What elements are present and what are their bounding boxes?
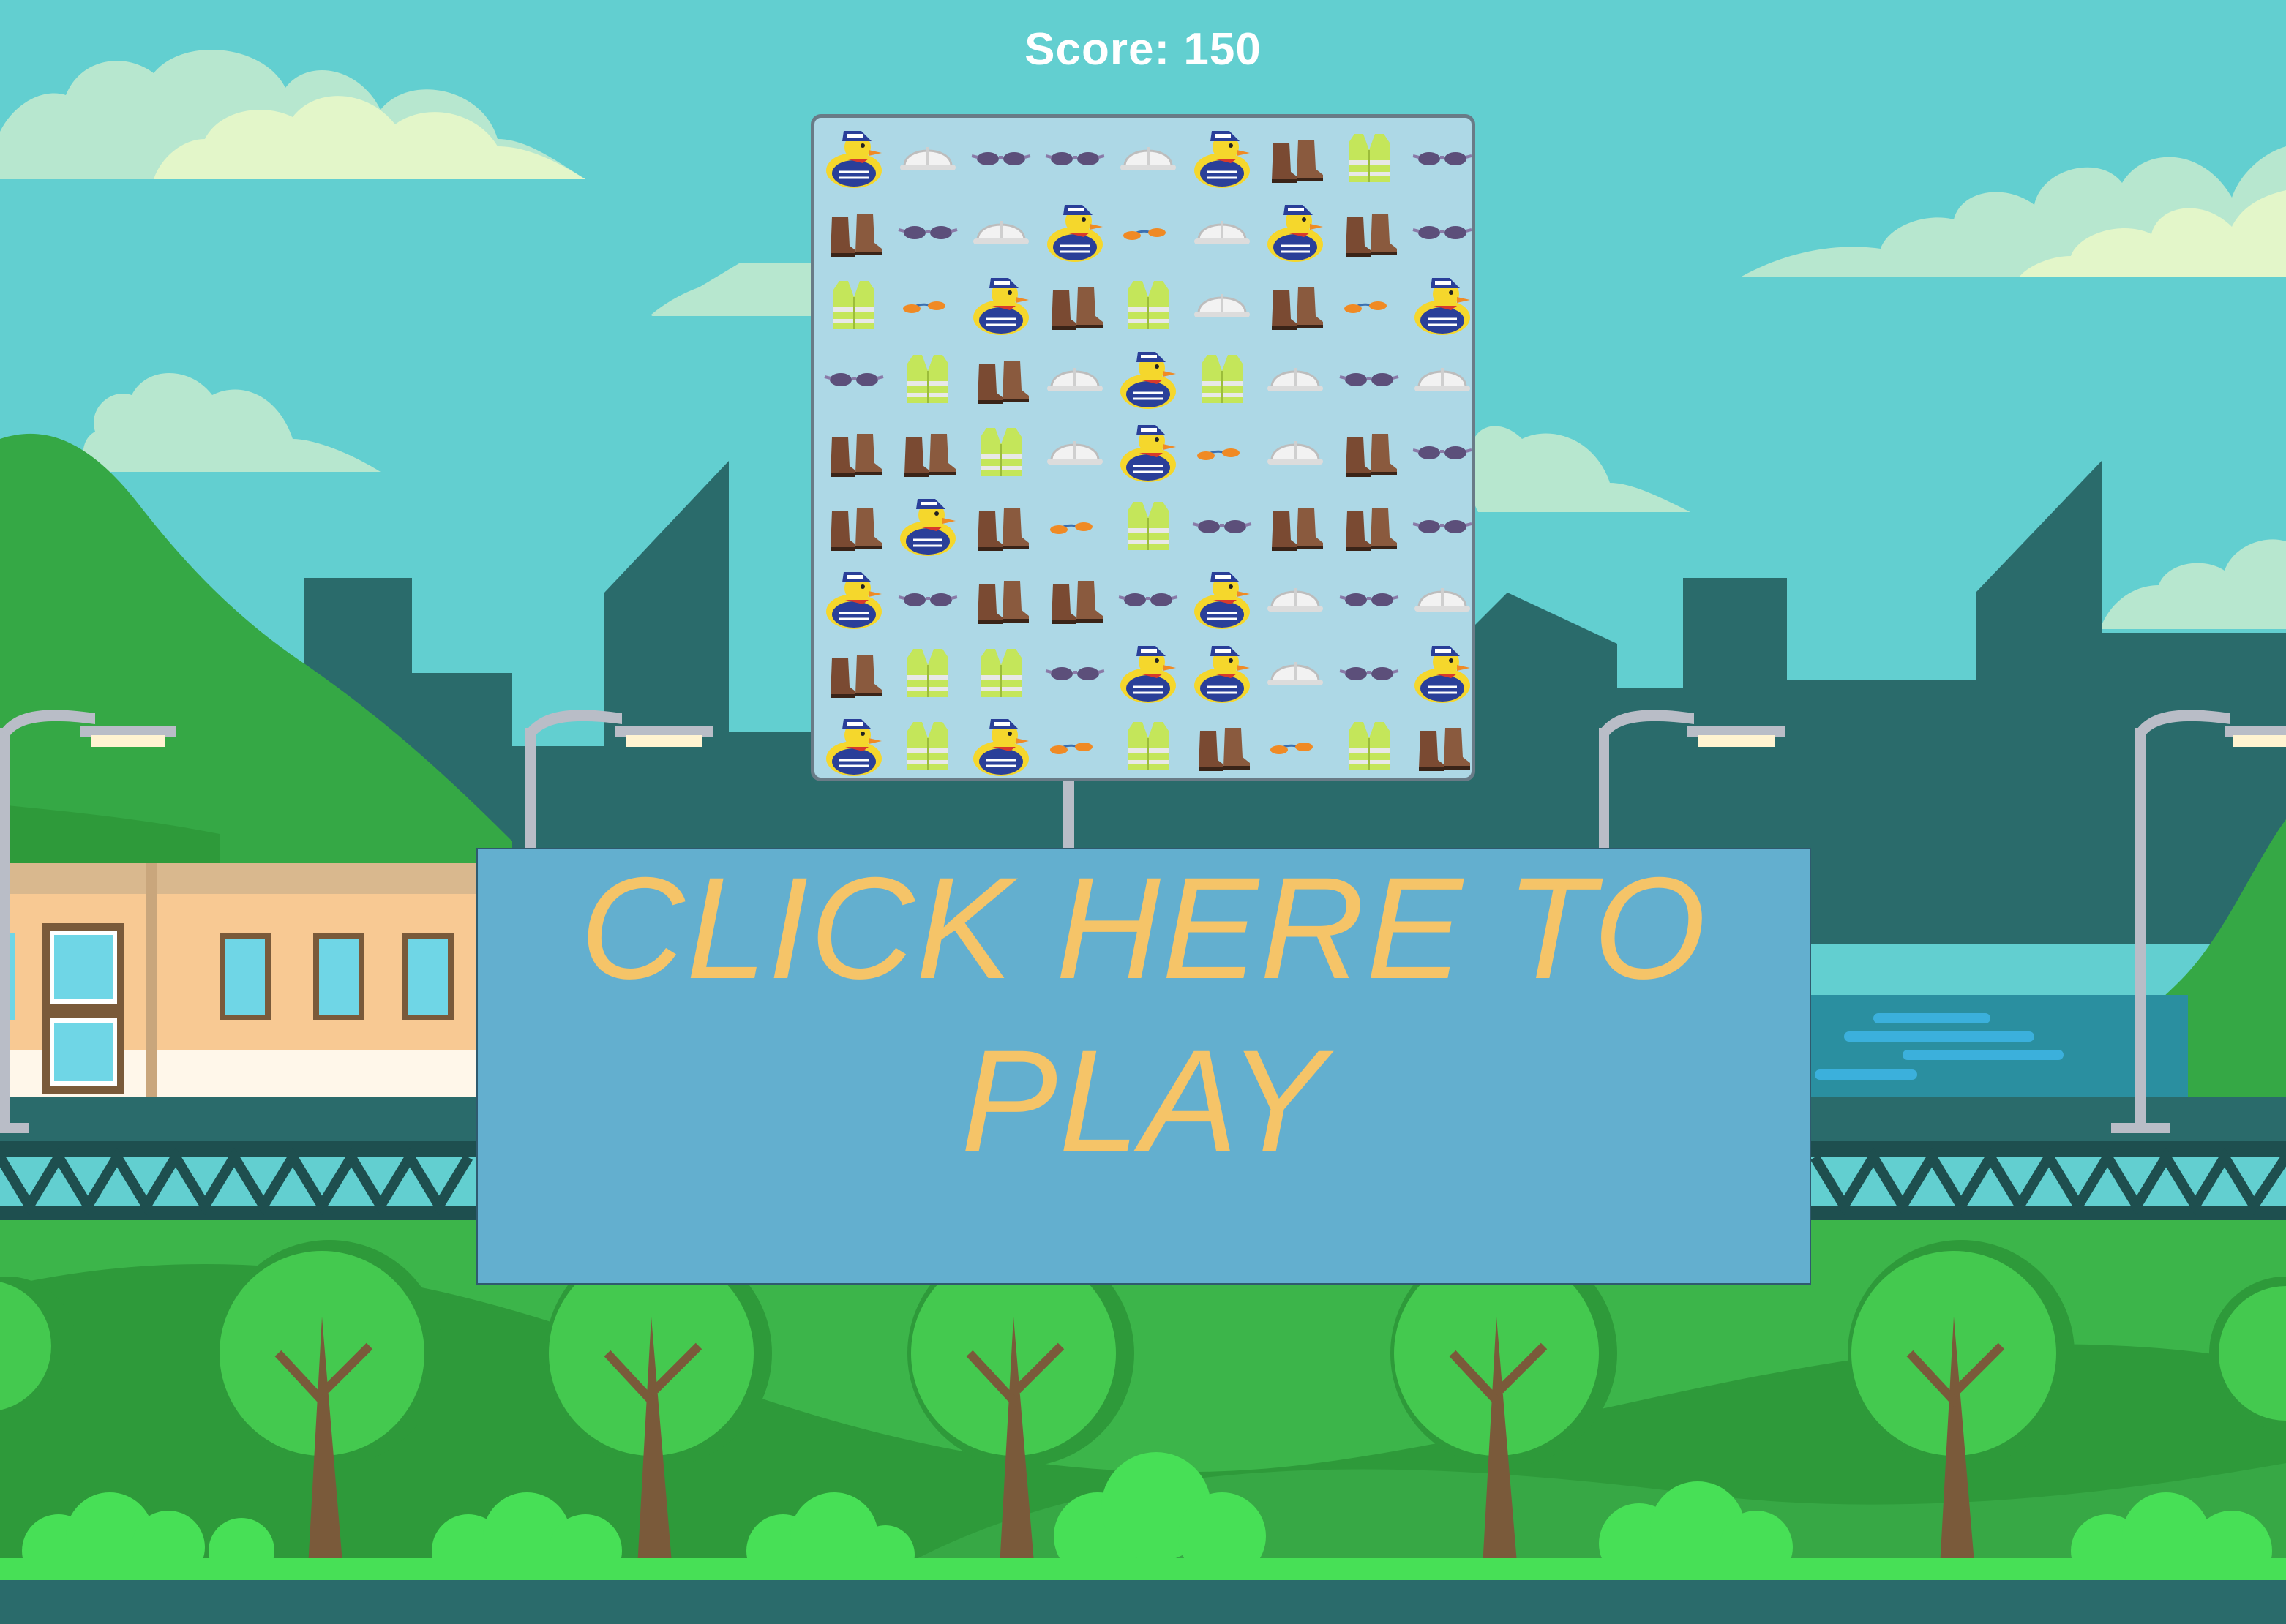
score-label: Score: 150	[1024, 24, 1262, 75]
duck-icon[interactable]	[964, 709, 1038, 778]
duck-icon[interactable]	[1112, 342, 1185, 415]
glasses-icon[interactable]	[1333, 562, 1406, 635]
duck-icon[interactable]	[891, 489, 964, 562]
glasses-icon[interactable]	[1333, 636, 1406, 709]
duck-icon[interactable]	[817, 121, 891, 194]
helmet-icon[interactable]	[1038, 415, 1112, 488]
glasses-icon[interactable]	[891, 195, 964, 268]
vest-icon[interactable]	[817, 268, 891, 341]
duck-icon[interactable]	[1038, 195, 1112, 268]
play-button[interactable]: CLICK HERE TO PLAY	[476, 847, 1811, 1285]
boots-icon[interactable]	[1038, 562, 1112, 635]
earplugs-icon[interactable]	[1259, 709, 1332, 778]
boots-icon[interactable]	[891, 415, 964, 488]
glasses-icon[interactable]	[1406, 415, 1472, 488]
glasses-icon[interactable]	[817, 342, 891, 415]
boots-icon[interactable]	[964, 562, 1038, 635]
boots-icon[interactable]	[1259, 121, 1332, 194]
vest-icon[interactable]	[1112, 709, 1185, 778]
boots-icon[interactable]	[1038, 268, 1112, 341]
board-post	[1063, 781, 1074, 851]
helmet-icon[interactable]	[1185, 195, 1259, 268]
duck-icon[interactable]	[1406, 636, 1472, 709]
earplugs-icon[interactable]	[1112, 195, 1185, 268]
vest-icon[interactable]	[891, 636, 964, 709]
helmet-icon[interactable]	[1259, 415, 1332, 488]
boots-icon[interactable]	[1333, 195, 1406, 268]
river	[1807, 995, 2188, 1097]
vest-icon[interactable]	[1112, 268, 1185, 341]
ground-strip	[0, 1580, 2286, 1624]
duck-icon[interactable]	[1185, 562, 1259, 635]
duck-icon[interactable]	[1112, 636, 1185, 709]
duck-icon[interactable]	[1406, 268, 1472, 341]
glasses-icon[interactable]	[964, 121, 1038, 194]
helmet-icon[interactable]	[1259, 636, 1332, 709]
glasses-icon[interactable]	[891, 562, 964, 635]
boots-icon[interactable]	[817, 195, 891, 268]
earplugs-icon[interactable]	[1185, 415, 1259, 488]
helmet-icon[interactable]	[1406, 342, 1472, 415]
glasses-icon[interactable]	[1333, 342, 1406, 415]
earplugs-icon[interactable]	[891, 268, 964, 341]
boots-icon[interactable]	[817, 489, 891, 562]
helmet-icon[interactable]	[891, 121, 964, 194]
boots-icon[interactable]	[1333, 415, 1406, 488]
game-board[interactable]	[811, 114, 1475, 781]
boots-icon[interactable]	[1333, 489, 1406, 562]
earplugs-icon[interactable]	[1333, 268, 1406, 341]
helmet-icon[interactable]	[1406, 562, 1472, 635]
duck-icon[interactable]	[1185, 636, 1259, 709]
duck-icon[interactable]	[1259, 195, 1332, 268]
duck-icon[interactable]	[964, 268, 1038, 341]
duck-icon[interactable]	[817, 709, 891, 778]
boots-icon[interactable]	[1259, 268, 1332, 341]
vest-icon[interactable]	[891, 342, 964, 415]
vest-icon[interactable]	[891, 709, 964, 778]
helmet-icon[interactable]	[1259, 342, 1332, 415]
glasses-icon[interactable]	[1038, 636, 1112, 709]
duck-icon[interactable]	[1185, 121, 1259, 194]
glasses-icon[interactable]	[1112, 562, 1185, 635]
vest-icon[interactable]	[1333, 709, 1406, 778]
boots-icon[interactable]	[817, 636, 891, 709]
glasses-icon[interactable]	[1406, 195, 1472, 268]
boots-icon[interactable]	[964, 489, 1038, 562]
play-button-label: CLICK HERE TO PLAY	[580, 847, 1708, 1181]
boots-icon[interactable]	[1185, 709, 1259, 778]
helmet-icon[interactable]	[1112, 121, 1185, 194]
vest-icon[interactable]	[1185, 342, 1259, 415]
glasses-icon[interactable]	[1406, 121, 1472, 194]
boots-icon[interactable]	[964, 342, 1038, 415]
duck-icon[interactable]	[817, 562, 891, 635]
helmet-icon[interactable]	[964, 195, 1038, 268]
boots-icon[interactable]	[1259, 489, 1332, 562]
vest-icon[interactable]	[1333, 121, 1406, 194]
boots-icon[interactable]	[1406, 709, 1472, 778]
helmet-icon[interactable]	[1259, 562, 1332, 635]
earplugs-icon[interactable]	[1038, 489, 1112, 562]
helmet-icon[interactable]	[1185, 268, 1259, 341]
vest-icon[interactable]	[1112, 489, 1185, 562]
boots-icon[interactable]	[817, 415, 891, 488]
helmet-icon[interactable]	[1038, 342, 1112, 415]
glasses-icon[interactable]	[1185, 489, 1259, 562]
glasses-icon[interactable]	[1406, 489, 1472, 562]
vest-icon[interactable]	[964, 415, 1038, 488]
vest-icon[interactable]	[964, 636, 1038, 709]
train	[0, 863, 483, 1097]
earplugs-icon[interactable]	[1038, 709, 1112, 778]
glasses-icon[interactable]	[1038, 121, 1112, 194]
duck-icon[interactable]	[1112, 415, 1185, 488]
